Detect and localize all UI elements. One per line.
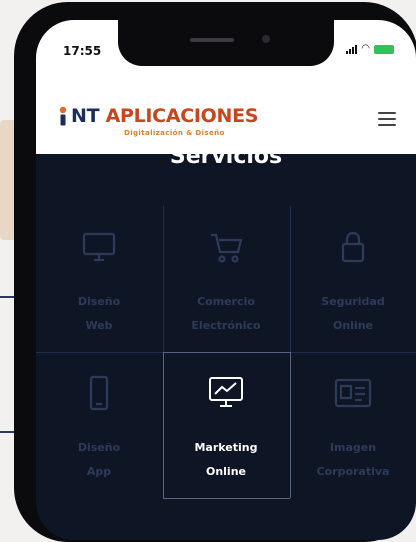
service-label-line1: Diseño <box>77 295 121 308</box>
battery-icon <box>374 44 394 54</box>
logo-nt: NT <box>71 105 100 127</box>
status-bar: 17:55 ◠ <box>36 20 416 84</box>
service-label-line2: Web <box>85 319 113 332</box>
mobile-icon <box>89 375 109 411</box>
phone-screen: 17:55 ◠ NT APLICACIONES Digitalización &… <box>36 20 416 540</box>
service-label-line1: Diseño <box>77 441 121 454</box>
service-web-design[interactable]: Diseño Web <box>36 206 162 352</box>
signal-icon <box>346 44 358 54</box>
service-label-line1: Seguridad <box>321 295 385 308</box>
service-label-line2: App <box>86 465 112 478</box>
services-grid: Diseño Web Comercio Electrónico Segurida… <box>36 206 416 540</box>
service-label-line1: Comercio <box>197 295 255 308</box>
service-label-line2: Online <box>205 465 246 478</box>
service-label: Diseño App <box>36 436 162 484</box>
service-label-line1: Marketing <box>194 441 258 454</box>
service-online-security[interactable]: Seguridad Online <box>290 206 416 352</box>
service-label: Seguridad Online <box>290 290 416 338</box>
hamburger-menu-button[interactable] <box>378 112 396 126</box>
speaker <box>190 38 234 42</box>
service-online-marketing[interactable]: Marketing Online <box>163 352 289 498</box>
logo-mark-icon <box>59 106 67 126</box>
service-label-line2: Electrónico <box>191 319 261 332</box>
status-time: 17:55 <box>63 44 102 58</box>
logo-name: APLICACIONES <box>99 105 259 127</box>
service-ecommerce[interactable]: Comercio Electrónico <box>163 206 289 352</box>
service-corporate-image[interactable]: Imagen Corporativa <box>290 352 416 498</box>
service-label-line2: Corporativa <box>316 465 390 478</box>
service-label: Diseño Web <box>36 290 162 338</box>
service-label-line2: Online <box>332 319 373 332</box>
service-label: Comercio Electrónico <box>163 290 289 338</box>
grid-divider-active <box>163 498 290 499</box>
analytics-monitor-icon <box>209 377 243 407</box>
service-label: Marketing Online <box>163 436 289 484</box>
logo-title: NT APLICACIONES <box>71 105 258 127</box>
id-card-icon <box>334 378 372 408</box>
service-label-line1: Imagen <box>329 441 377 454</box>
logo-tagline: Digitalización & Diseño <box>124 129 225 137</box>
service-label: Imagen Corporativa <box>290 436 416 484</box>
page-title: Servicios <box>169 144 283 169</box>
phone-notch <box>118 20 334 66</box>
system-icons: ◠ <box>346 44 394 54</box>
front-camera <box>262 35 270 43</box>
phone-frame: 17:55 ◠ NT APLICACIONES Digitalización &… <box>14 2 416 542</box>
wifi-icon: ◠ <box>361 43 370 54</box>
lock-icon <box>341 231 365 263</box>
monitor-icon <box>82 232 116 262</box>
service-app-design[interactable]: Diseño App <box>36 352 162 498</box>
shopping-cart-icon <box>211 233 243 263</box>
